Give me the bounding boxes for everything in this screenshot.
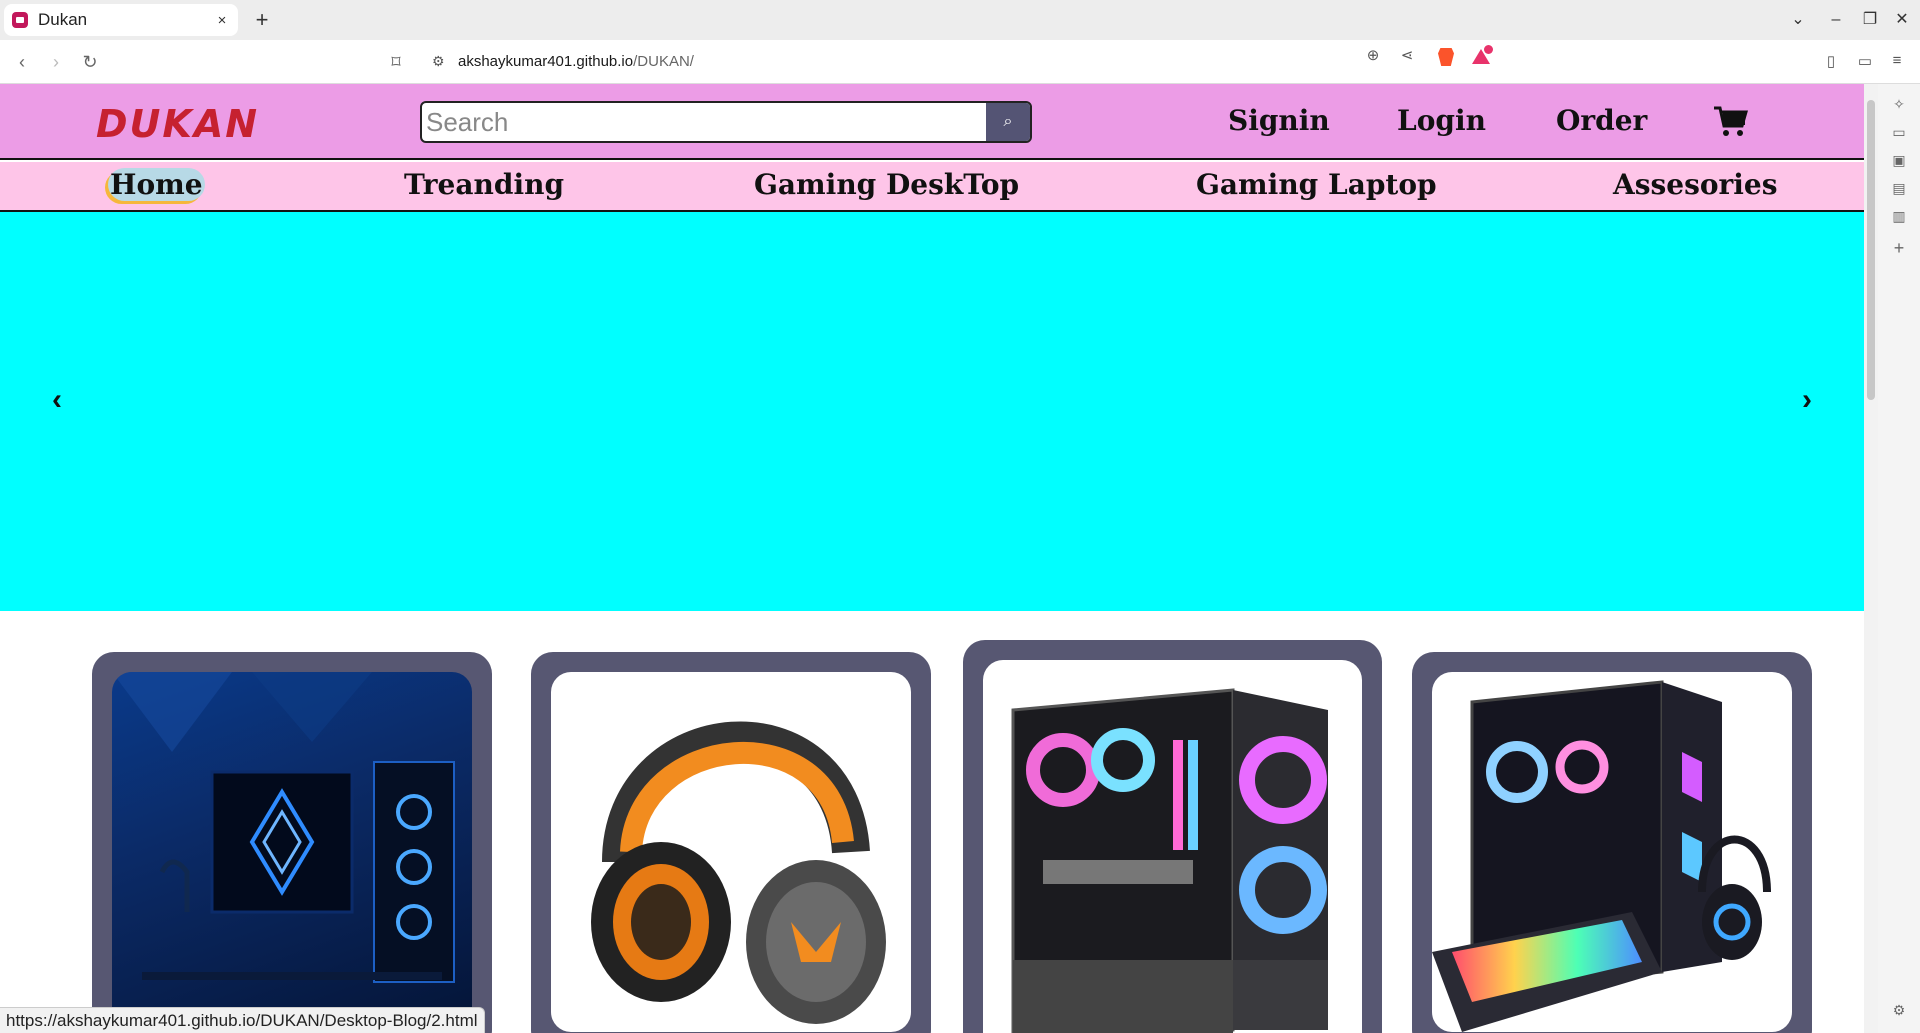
minimize-icon[interactable]: – (1822, 6, 1850, 34)
hero-carousel: ‹ › (0, 212, 1864, 611)
nav-item-treanding[interactable]: Treanding (404, 168, 564, 201)
gaming-headset-graphic (591, 721, 886, 1024)
tabs-icon[interactable]: ▭ (1890, 124, 1908, 142)
dukan-favicon-icon (12, 12, 28, 28)
site-header: DUKAN ⌕ Signin Login Order (0, 84, 1864, 160)
restore-icon[interactable]: ❐ (1856, 6, 1884, 34)
gaming-headset-image (551, 672, 911, 1032)
search-icon: ⌕ (1003, 113, 1013, 130)
login-link[interactable]: Login (1397, 104, 1486, 137)
browser-toolbar: ‹ › ↻ ⌑ ⚙ akshaykumar401.github.io/DUKAN… (0, 40, 1920, 84)
new-tab-button[interactable]: + (250, 6, 274, 34)
site-info-icon[interactable]: ⚙ (432, 53, 445, 70)
page-content: DUKAN ⌕ Signin Login Order Home Treandin… (0, 84, 1864, 1033)
search-box: ⌕ (420, 101, 1032, 143)
tab-list-chevron-icon[interactable]: ⌄ (1784, 6, 1812, 34)
category-nav: Home Treanding Gaming DeskTop Gaming Lap… (0, 162, 1864, 212)
share-icon[interactable]: ⋖ (1398, 47, 1416, 65)
zoom-icon[interactable]: ⊕ (1364, 47, 1382, 65)
sidebar-toggle-icon[interactable]: ▯ (1822, 52, 1840, 70)
status-bar-url: https://akshaykumar401.github.io/DUKAN/D… (0, 1007, 485, 1033)
wallet-icon[interactable]: ▭ (1856, 52, 1874, 70)
url-path: /DUKAN/ (633, 53, 694, 70)
wallet-sidebar-icon[interactable]: ▣ (1890, 152, 1908, 170)
gaming-pc-bundle-image (1432, 672, 1792, 1032)
browser-window: Dukan × + ⌄ – ❐ ✕ ‹ › ↻ ⌑ ⚙ akshaykumar4… (0, 0, 1920, 1033)
pc-cabinet-image (983, 660, 1362, 1033)
product-card[interactable] (531, 652, 931, 1033)
nav-item-gaming-desktop[interactable]: Gaming DeskTop (754, 168, 1019, 201)
search-button[interactable]: ⌕ (986, 103, 1030, 141)
add-sidebar-item-icon[interactable]: + (1890, 238, 1908, 258)
carousel-prev-icon[interactable]: ‹ (42, 380, 72, 420)
scrollbar-thumb[interactable] (1867, 100, 1875, 400)
carousel-next-icon[interactable]: › (1792, 380, 1822, 420)
tab-dukan[interactable]: Dukan × (4, 4, 238, 36)
tab-strip: Dukan × + ⌄ – ❐ ✕ (0, 0, 1920, 40)
bookmarks-icon[interactable]: ▤ (1890, 180, 1908, 198)
page-scrollbar[interactable] (1864, 84, 1878, 1033)
sidebar-settings-icon[interactable]: ⚙ (1890, 1002, 1908, 1020)
gaming-pc-bundle-graphic (1432, 680, 1771, 1032)
gaming-desk-setup-image (112, 672, 472, 1032)
order-link[interactable]: Order (1556, 104, 1647, 137)
cart-icon[interactable] (1712, 104, 1748, 138)
dukan-logo[interactable]: DUKAN (96, 102, 259, 146)
nav-item-gaming-laptop[interactable]: Gaming Laptop (1196, 168, 1437, 201)
url-host: akshaykumar401.github.io (458, 53, 634, 70)
tab-close-icon[interactable]: × (214, 12, 230, 29)
reading-list-icon[interactable]: ▥ (1890, 208, 1908, 226)
nav-item-home[interactable]: Home (108, 168, 205, 201)
reload-icon[interactable]: ↻ (78, 50, 102, 74)
menu-icon[interactable]: ≡ (1888, 52, 1906, 70)
signin-link[interactable]: Signin (1228, 104, 1330, 137)
leo-ai-icon[interactable]: ✧ (1890, 96, 1908, 114)
back-icon[interactable]: ‹ (10, 50, 34, 74)
product-card[interactable] (92, 652, 492, 1033)
bookmark-icon[interactable]: ⌑ (384, 50, 408, 74)
nav-item-assesories[interactable]: Assesories (1613, 168, 1777, 201)
notification-badge (1484, 45, 1493, 54)
browser-sidebar: ✧ ▭ ▣ ▤ ▥ + ⚙ (1878, 84, 1920, 1033)
forward-icon[interactable]: › (44, 50, 68, 74)
close-window-icon[interactable]: ✕ (1888, 6, 1916, 34)
url-text[interactable]: akshaykumar401.github.io/DUKAN/ (458, 53, 694, 70)
search-input[interactable] (424, 105, 984, 139)
address-bar[interactable]: ⚙ akshaykumar401.github.io/DUKAN/ (420, 46, 1500, 78)
product-card[interactable] (1412, 652, 1812, 1033)
gaming-desk-setup-graphic (112, 672, 455, 983)
product-card[interactable] (963, 640, 1382, 1033)
pc-cabinet-graphic (1011, 688, 1328, 1033)
tab-title: Dukan (38, 10, 88, 29)
